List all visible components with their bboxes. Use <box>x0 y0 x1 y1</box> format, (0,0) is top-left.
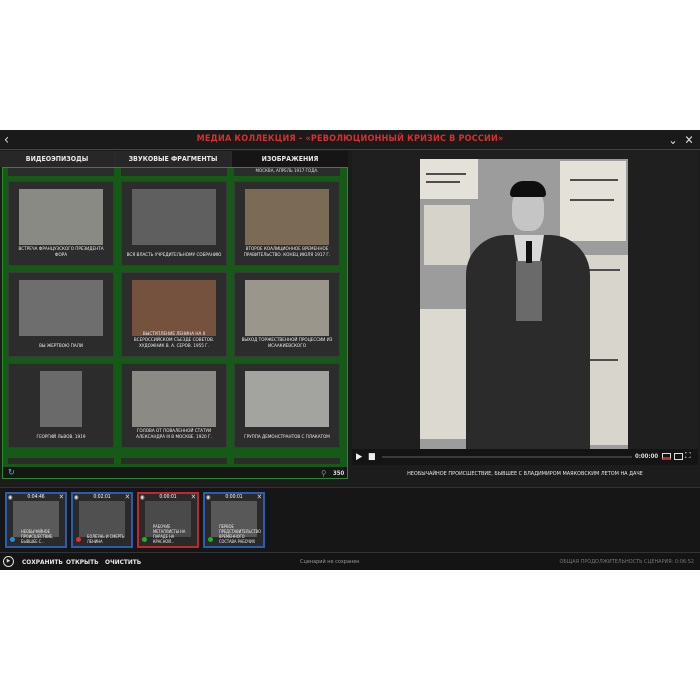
gallery-thumbnail <box>245 189 329 245</box>
timeline-clip[interactable]: ◉ 0:00:01 ✕ ПЕРВОЕ ПРЕДСТАВИТЕЛЬСТВО ВРЕ… <box>203 492 265 548</box>
gallery-thumbnail <box>132 280 216 336</box>
gallery-item[interactable]: ВТОРОЕ КОАЛИЦИОННОЕ ВРЕМЕННОЕ ПРАВИТЕЛЬС… <box>234 181 340 266</box>
gallery-item-caption: ВТОРОЕ КОАЛИЦИОННОЕ ВРЕМЕННОЕ ПРАВИТЕЛЬС… <box>243 247 331 258</box>
gallery-thumbnail <box>245 280 329 336</box>
gallery-item-caption: ГРУППА ДЕМОНСТРАНТОВ С ПЛАКАТОМ <box>244 435 330 440</box>
progress-bar[interactable] <box>382 456 632 458</box>
refresh-icon[interactable]: ↻ <box>8 468 15 478</box>
gallery-thumbnail <box>19 280 103 336</box>
remove-clip-icon[interactable]: ✕ <box>125 493 130 501</box>
gallery-item[interactable]: ГРУППА ДЕМОНСТРАНТОВ С ПЛАКАТОМ <box>234 363 340 448</box>
viewer-caption: НЕОБЫЧАЙНОЕ ПРОИСШЕСТВИЕ, БЫВШЕЕ С ВЛАДИ… <box>407 471 643 477</box>
gallery-thumbnail <box>40 371 82 427</box>
clip-caption: БОЛЕЗНЬ И СМЕРТЬ ЛЕНИНА <box>87 534 125 544</box>
scenario-toolbar: ▶ СОХРАНИТЬ ОТКРЫТЬ ОЧИСТИТЬ Сценарий не… <box>0 552 700 570</box>
gallery-item-partial[interactable] <box>121 168 227 176</box>
media-collection-app: ‹ МЕДИА КОЛЛЕКЦИЯ - «РЕВОЛЮЦИОННЫЙ КРИЗИ… <box>0 130 700 570</box>
gallery-item-caption: ВЫХОД ТОРЖЕСТВЕННОЙ ПРОЦЕССИИ ИЗ ИСААКИЕ… <box>241 338 333 349</box>
clip-caption: ПЕРВОЕ ПРЕДСТАВИТЕЛЬСТВО ВРЕМЕННОГО СОСТ… <box>219 524 261 544</box>
gallery-item-caption: ВЫСТУПЛЕНИЕ ЛЕНИНА НА II ВСЕРОССИЙСКОМ С… <box>133 332 215 349</box>
gallery-item[interactable]: ВСТРЕЧА ФРАНЦУЗСКОГО ПРЕЗИДЕНТА ФОРА <box>8 181 114 266</box>
gallery-item-caption: ВСЯ ВЛАСТЬ УЧРЕДИТЕЛЬНОМУ СОБРАНИЮ <box>126 253 222 258</box>
gallery-item-partial[interactable] <box>121 458 227 464</box>
gallery-item[interactable]: ГОЛОВА ОТ ПОВАЛЕННОЙ СТАТУИ АЛЕКСАНДРА I… <box>121 363 227 448</box>
close-icon[interactable]: ✕ <box>682 132 696 148</box>
gallery-item-partial[interactable] <box>234 458 340 464</box>
eye-icon[interactable]: ◉ <box>74 494 79 501</box>
gallery-item-caption: ГОЛОВА ОТ ПОВАЛЕННОЙ СТАТУИ АЛЕКСАНДРА I… <box>136 429 212 440</box>
tab-images[interactable]: ИЗОБРАЖЕНИЯ <box>232 151 348 167</box>
eye-icon[interactable]: ◉ <box>8 494 13 501</box>
fullscreen-icon[interactable]: ⛶ <box>685 450 691 462</box>
gallery-item-partial[interactable] <box>8 168 114 176</box>
eye-icon[interactable]: ◉ <box>206 494 211 501</box>
displayed-image[interactable] <box>420 159 628 449</box>
clip-thumbnail <box>79 501 125 537</box>
gallery-thumbnail <box>132 189 216 245</box>
gallery-item[interactable]: ВЫСТУПЛЕНИЕ ЛЕНИНА НА II ВСЕРОССИЙСКОМ С… <box>121 272 227 357</box>
timeline-clip-selected[interactable]: ◉ 0:00:01 ✕ РАБОЧИЕ МЕТАЛЛИСТЫ НА ПАРАДЕ… <box>137 492 199 548</box>
clip-type-dot <box>208 537 213 542</box>
player-controls: ▶ ■ 0:00:00 ⛶ <box>352 449 698 465</box>
total-duration: ОБЩАЯ ПРОДОЛЖИТЕЛЬНОСТЬ СЦЕНАРИЯ: 0:06:5… <box>559 559 695 565</box>
gallery-item[interactable]: ВЫ ЖЕРТВОЮ ПАЛИ <box>8 272 114 357</box>
timeline-clip[interactable]: ◉ 0:02:01 ✕ БОЛЕЗНЬ И СМЕРТЬ ЛЕНИНА <box>71 492 133 548</box>
remove-clip-icon[interactable]: ✕ <box>191 493 196 501</box>
gallery-item-caption: ВЫ ЖЕРТВОЮ ПАЛИ <box>39 344 83 349</box>
remove-clip-icon[interactable]: ✕ <box>257 493 262 501</box>
save-button[interactable]: СОХРАНИТЬ <box>22 556 63 568</box>
playback-time: 0:00:00 <box>635 453 659 460</box>
clip-type-dot <box>142 537 147 542</box>
remove-clip-icon[interactable]: ✕ <box>59 493 64 501</box>
clip-time: 0:00:01 <box>225 494 243 500</box>
item-count: 350 <box>333 470 345 477</box>
clip-time: 0:00:01 <box>159 494 177 500</box>
gallery-item[interactable]: ВСЯ ВЛАСТЬ УЧРЕДИТЕЛЬНОМУ СОБРАНИЮ <box>121 181 227 266</box>
clip-caption: НЕОБЫЧАЙНОЕ ПРОИСШЕСТВИЕ, БЫВШЕЕ С... <box>21 529 54 544</box>
search-icon[interactable]: ⚲ <box>321 468 326 478</box>
title-bar: ‹ МЕДИА КОЛЛЕКЦИЯ - «РЕВОЛЮЦИОННЫЙ КРИЗИ… <box>0 130 700 150</box>
tab-audio-fragments[interactable]: ЗВУКОВЫЕ ФРАГМЕНТЫ <box>116 151 230 167</box>
gallery-item-caption: ГЕОРГИЙ ЛЬВОВ. 1919 <box>36 435 86 440</box>
gallery-thumbnail <box>19 189 103 245</box>
image-gallery: МОСКВА, АПРЕЛЬ 1917 ГОДА. ВСТРЕЧА ФРАНЦУ… <box>2 167 348 479</box>
gallery-item-caption: ВСТРЕЧА ФРАНЦУЗСКОГО ПРЕЗИДЕНТА ФОРА <box>18 247 104 258</box>
timeline-clip[interactable]: ◉ 0:04:46 ✕ НЕОБЫЧАЙНОЕ ПРОИСШЕСТВИЕ, БЫ… <box>5 492 67 548</box>
chevron-down-icon[interactable]: ⌄ <box>666 132 680 148</box>
gallery-footer: ↻ ⚲ 350 <box>3 467 347 478</box>
gallery-thumbnail <box>132 371 216 427</box>
save-status: Сценарий не сохранен <box>300 559 360 565</box>
gallery-item[interactable]: ГЕОРГИЙ ЛЬВОВ. 1919 <box>8 363 114 448</box>
clip-type-dot <box>10 537 15 542</box>
media-viewer: ▶ ■ 0:00:00 ⛶ <box>352 151 698 465</box>
clip-time: 0:04:46 <box>27 494 45 500</box>
stop-icon[interactable]: ■ <box>368 451 376 463</box>
subtitles-icon[interactable] <box>662 453 671 460</box>
tab-video-episodes[interactable]: ВИДЕОЭПИЗОДЫ <box>0 151 114 167</box>
clear-button[interactable]: ОЧИСТИТЬ <box>105 556 141 568</box>
gallery-item-partial[interactable] <box>8 458 114 464</box>
clip-time: 0:02:01 <box>93 494 111 500</box>
window-title: МЕДИА КОЛЛЕКЦИЯ - «РЕВОЛЮЦИОННЫЙ КРИЗИС … <box>196 134 504 144</box>
clip-caption: РАБОЧИЕ МЕТАЛЛИСТЫ НА ПАРАДЕ НА КРАСНОЙ.… <box>153 524 186 544</box>
clip-type-dot <box>76 537 81 542</box>
eye-icon[interactable]: ◉ <box>140 494 145 501</box>
gallery-item[interactable]: ВЫХОД ТОРЖЕСТВЕННОЙ ПРОЦЕССИИ ИЗ ИСААКИЕ… <box>234 272 340 357</box>
screen-icon[interactable] <box>674 453 683 460</box>
media-tabs: ВИДЕОЭПИЗОДЫ ЗВУКОВЫЕ ФРАГМЕНТЫ ИЗОБРАЖЕ… <box>0 151 348 167</box>
gallery-thumbnail <box>245 371 329 427</box>
play-icon[interactable]: ▶ <box>356 451 362 463</box>
gallery-item-partial-caption[interactable]: МОСКВА, АПРЕЛЬ 1917 ГОДА. <box>234 168 340 176</box>
scenario-timeline: ◉ 0:04:46 ✕ НЕОБЫЧАЙНОЕ ПРОИСШЕСТВИЕ, БЫ… <box>0 487 700 552</box>
open-button[interactable]: ОТКРЫТЬ <box>66 556 99 568</box>
play-scenario-icon[interactable]: ▶ <box>3 556 14 567</box>
